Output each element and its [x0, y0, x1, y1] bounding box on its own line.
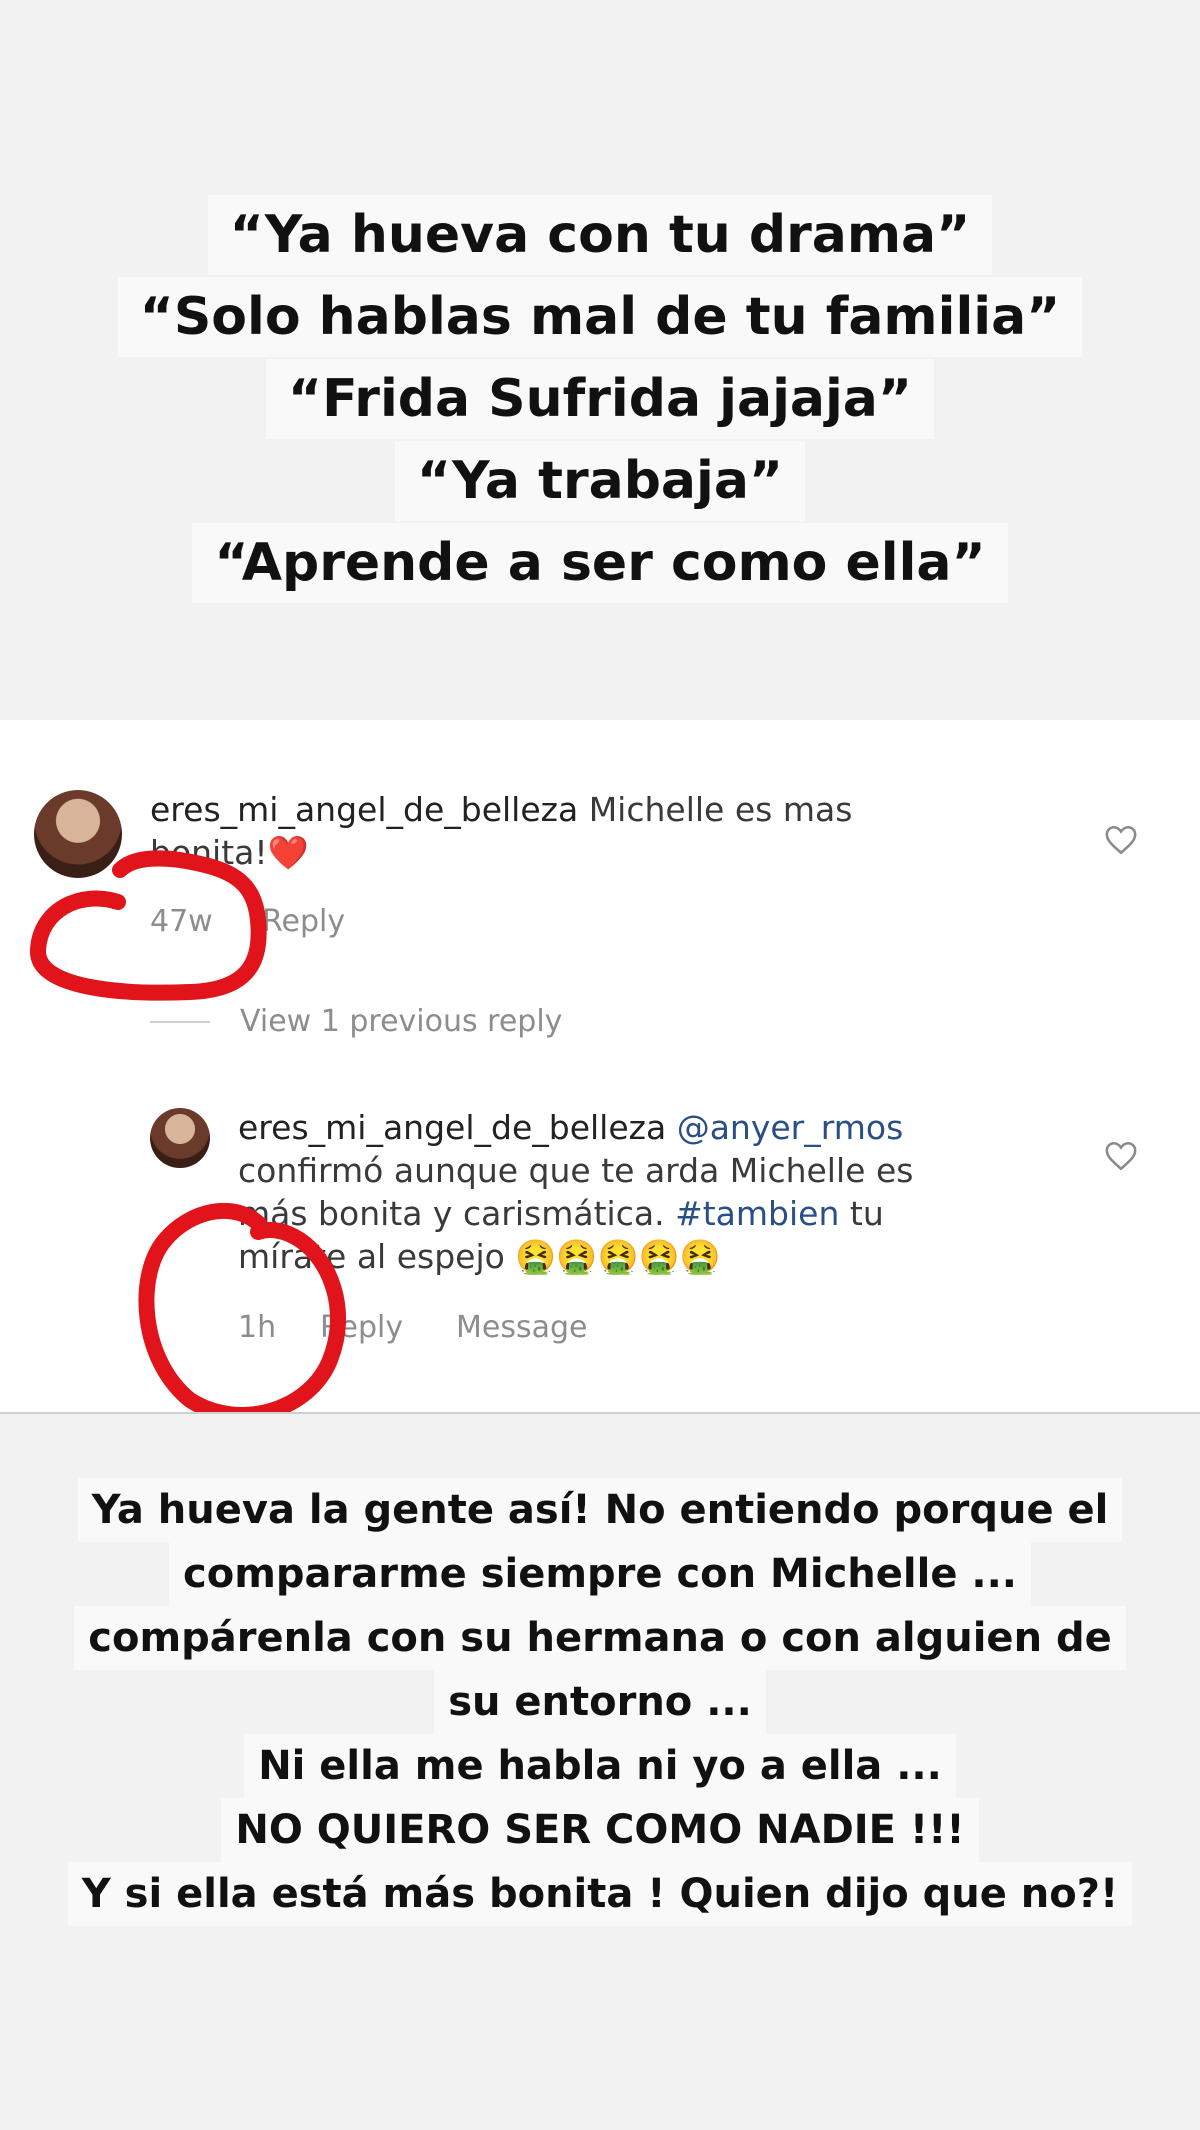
message-line: Ni ella me habla ni yo a ella ...	[244, 1734, 956, 1798]
comment-username[interactable]: eres_mi_angel_de_belleza	[238, 1108, 666, 1147]
emoji-row: 🤮🤮🤮🤮🤮	[515, 1237, 721, 1276]
comment-text: confirmó aunque que te arda Michelle es	[238, 1151, 914, 1190]
comment-text: más bonita y carismática.	[238, 1194, 665, 1233]
comment-text: Michelle es mas	[588, 790, 853, 829]
view-previous-replies[interactable]: View 1 previous reply	[240, 1004, 562, 1039]
avatar[interactable]	[150, 1108, 210, 1168]
heart-icon[interactable]	[1104, 824, 1138, 856]
top-quotes: “Ya hueva con tu drama” “Solo hablas mal…	[0, 195, 1200, 605]
heart-icon[interactable]	[1104, 1140, 1138, 1172]
message-line: compararme siempre con Michelle ...	[169, 1542, 1031, 1606]
message-line: su entorno ...	[434, 1670, 766, 1734]
comment-screenshot: eres_mi_angel_de_belleza Michelle es mas…	[0, 720, 1200, 1414]
message-line: Y si ella está más bonita ! Quien dijo q…	[67, 1862, 1133, 1926]
comment-body: eres_mi_angel_de_belleza @anyer_rmos con…	[238, 1106, 1058, 1278]
quote-line: “Frida Sufrida jajaja”	[265, 359, 935, 439]
message-button[interactable]: Message	[456, 1310, 587, 1345]
comment-text: tu	[849, 1194, 884, 1233]
reply-button[interactable]: Reply	[262, 904, 345, 939]
comment-body: eres_mi_angel_de_belleza Michelle es mas…	[150, 788, 970, 874]
quote-line: “Ya hueva con tu drama”	[207, 195, 993, 275]
quote-line: “Solo hablas mal de tu familia”	[117, 277, 1083, 357]
comment-text: bonita!❤️	[150, 833, 309, 872]
quote-line: “Aprende a ser como ella”	[192, 523, 1008, 603]
message-line: Ya hueva la gente así! No entiendo porqu…	[77, 1478, 1123, 1542]
comment-text: mírate al espejo	[238, 1237, 505, 1276]
comment-time: 1h	[238, 1310, 277, 1345]
quote-line: “Ya trabaja”	[394, 441, 806, 521]
mention-link[interactable]: @anyer_rmos	[677, 1108, 904, 1147]
avatar[interactable]	[34, 790, 122, 878]
hashtag-link[interactable]: #tambien	[675, 1194, 839, 1233]
message-line: NO QUIERO SER COMO NADIE !!!	[221, 1798, 979, 1862]
comment-time: 47w	[150, 904, 213, 939]
reply-button[interactable]: Reply	[320, 1310, 403, 1345]
divider-line	[150, 1021, 210, 1023]
comment-username[interactable]: eres_mi_angel_de_belleza	[150, 790, 578, 829]
message-line: compárenla con su hermana o con alguien …	[74, 1606, 1126, 1670]
bottom-message: Ya hueva la gente así! No entiendo porqu…	[0, 1478, 1200, 1926]
